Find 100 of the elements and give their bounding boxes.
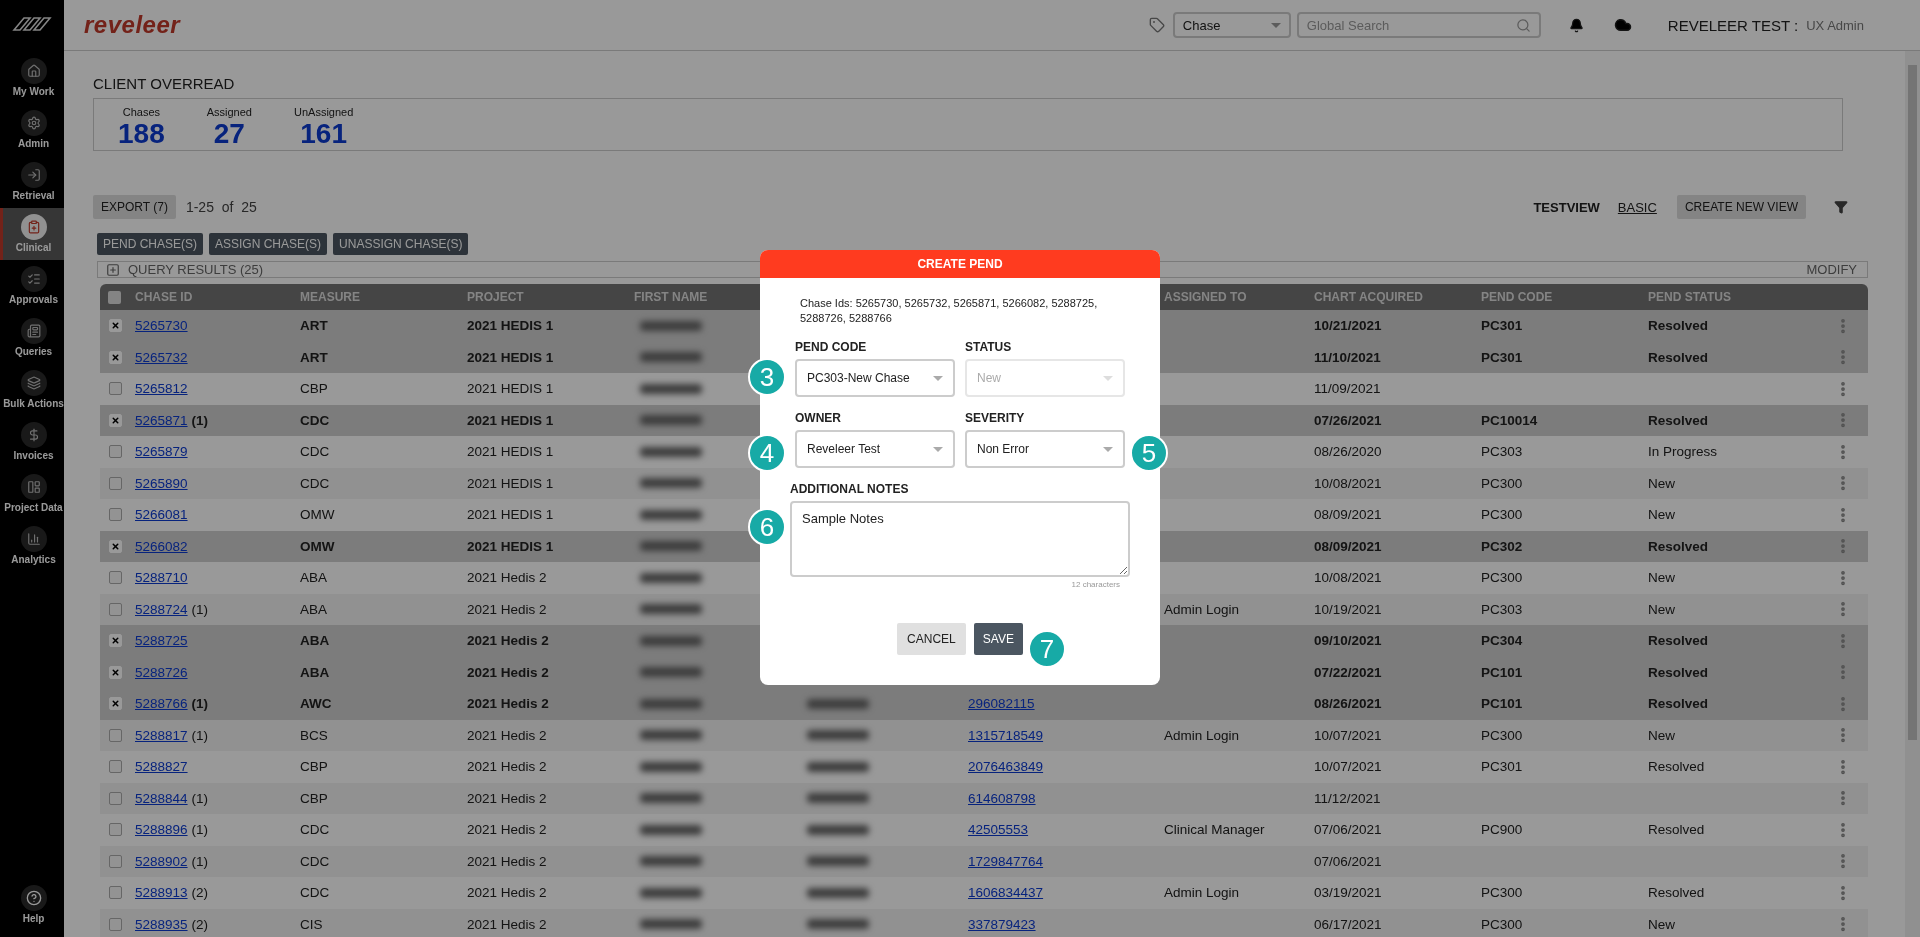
table-cell-text: Resolved — [1648, 633, 1710, 649]
table-cell-text: CDC — [300, 444, 331, 460]
table-cell-text: 2021 Hedis 2 — [467, 790, 548, 806]
table-cell-text: Resolved — [1648, 696, 1710, 712]
table-cell-text: Admin Login — [1164, 727, 1241, 743]
table-cell-text: PC301 — [1481, 318, 1524, 334]
table-cell-text: 2021 HEDIS 1 — [467, 412, 555, 428]
dialog-title: CREATE PEND — [760, 250, 1160, 278]
field-label: STATUS — [965, 340, 1013, 354]
chase-count: (1) — [191, 412, 209, 428]
step-badge: 3 — [748, 358, 786, 396]
table-cell-text: PC300 — [1481, 475, 1524, 491]
page-range: 1-25 of 25 — [185, 199, 257, 215]
table-cell-text: New — [1648, 570, 1676, 586]
table-cell-text: 2021 HEDIS 1 — [467, 349, 555, 365]
user-role: UX Admin — [1806, 17, 1864, 33]
table-cell-text: BCS — [300, 727, 329, 743]
table-cell-text: Resolved — [1648, 538, 1710, 554]
table-cell-text: 08/09/2021 — [1314, 538, 1383, 554]
table-cell-text: New — [1648, 916, 1676, 932]
table-cell-text: 07/26/2021 — [1314, 412, 1383, 428]
table-cell-text: Resolved — [1648, 885, 1706, 901]
table-cell-text: 2021 Hedis 2 — [467, 601, 548, 617]
table-cell-text: 10/08/2021 — [1314, 475, 1383, 491]
table-cell-text: Resolved — [1648, 822, 1706, 838]
table-cell-text: Resolved — [1648, 759, 1706, 775]
table-cell-text: PC303 — [1481, 444, 1524, 460]
table-cell-text: 08/26/2021 — [1314, 696, 1383, 712]
table-cell-text: Resolved — [1648, 318, 1710, 334]
chase-count: (1) — [191, 822, 209, 838]
table-cell-text: Resolved — [1648, 664, 1710, 680]
table-cell-text: 07/06/2021 — [1314, 853, 1383, 869]
stat-label: Assigned — [206, 106, 252, 118]
table-cell-text: New — [1648, 507, 1676, 523]
table-cell-text: 2021 HEDIS 1 — [467, 318, 555, 334]
query-results-title: QUERY RESULTS (25) — [128, 262, 264, 277]
stat-value: 188 — [118, 118, 165, 150]
table-cell-text: Clinical Manager — [1164, 822, 1266, 838]
table-cell-text: 2021 Hedis 2 — [467, 885, 548, 901]
table-cell-text: CBP — [300, 381, 329, 397]
table-cell-text: 11/10/2021 — [1314, 349, 1382, 365]
table-cell-text: 2021 Hedis 2 — [467, 853, 548, 869]
table-cell-text: AWC — [300, 696, 333, 712]
table-cell-text: PC101 — [1481, 664, 1524, 680]
table-cell-text: Resolved — [1648, 349, 1710, 365]
table-cell-text: PC101 — [1481, 696, 1524, 712]
table-cell-text: PC300 — [1481, 916, 1524, 932]
table-cell-text: CDC — [300, 885, 331, 901]
table-cell-text: ABA — [300, 570, 328, 586]
table-cell-text: CBP — [300, 759, 329, 775]
character-count: 12 characters — [1071, 580, 1120, 589]
table-cell-text: 2021 Hedis 2 — [467, 570, 548, 586]
field-label: PEND CODE — [795, 340, 868, 354]
field-label: ADDITIONAL NOTES — [790, 482, 910, 496]
table-cell-text: 2021 Hedis 2 — [467, 916, 548, 932]
chase-count: (1) — [191, 696, 209, 712]
step-badge: 4 — [748, 434, 786, 472]
table-cell-text: 2021 HEDIS 1 — [467, 507, 555, 523]
stat-value: 161 — [300, 118, 347, 150]
table-cell-text: CDC — [300, 822, 331, 838]
chase-count: (2) — [191, 885, 209, 901]
chase-count: (2) — [191, 916, 209, 932]
table-cell-text: ART — [300, 349, 329, 365]
chase-count: (1) — [191, 727, 209, 743]
field-label: SEVERITY — [965, 411, 1026, 425]
stat-label: Chases — [122, 106, 160, 118]
table-cell-text: New — [1648, 475, 1676, 491]
table-cell-text: PC300 — [1481, 727, 1524, 743]
table-cell-text: 10/07/2021 — [1314, 759, 1383, 775]
table-cell-text: Admin Login — [1164, 601, 1241, 617]
view-name: TESTVIEW — [1533, 199, 1600, 215]
table-cell-text: PC303 — [1481, 601, 1524, 617]
field-label: OWNER — [795, 411, 842, 425]
table-cell-text: ABA — [300, 601, 328, 617]
stat-value: 27 — [213, 118, 245, 150]
table-cell-text: 2021 HEDIS 1 — [467, 538, 555, 554]
table-cell-text: CIS — [300, 916, 324, 932]
stat-label: UnAssigned — [294, 106, 354, 118]
chase-count: (1) — [191, 601, 209, 617]
table-cell-text: 08/09/2021 — [1314, 507, 1383, 523]
table-cell-text: 10/08/2021 — [1314, 570, 1383, 586]
page-title: CLIENT OVERREAD — [93, 75, 236, 92]
table-cell-text: Resolved — [1648, 412, 1710, 428]
table-cell-text: In Progress — [1648, 444, 1719, 460]
table-cell-text: 11/12/2021 — [1314, 790, 1382, 806]
table-cell-text: PC301 — [1481, 349, 1524, 365]
chase-count: (1) — [191, 853, 209, 869]
table-cell-text: New — [1648, 601, 1676, 617]
table-cell-text: 08/26/2020 — [1314, 444, 1383, 460]
table-cell-text: PC900 — [1481, 822, 1524, 838]
table-cell-text: PC304 — [1481, 633, 1524, 649]
step-badge: 5 — [1130, 434, 1168, 472]
table-cell-text: PC300 — [1481, 570, 1524, 586]
table-cell-text: ABA — [300, 664, 331, 680]
table-cell-text: 10/21/2021 — [1314, 318, 1383, 334]
table-cell-text: OMW — [300, 538, 336, 554]
table-cell-text: 07/06/2021 — [1314, 822, 1383, 838]
table-cell-text: PC302 — [1481, 538, 1524, 554]
table-cell-text: 2021 Hedis 2 — [467, 822, 548, 838]
table-cell-text: 2021 Hedis 2 — [467, 633, 550, 649]
